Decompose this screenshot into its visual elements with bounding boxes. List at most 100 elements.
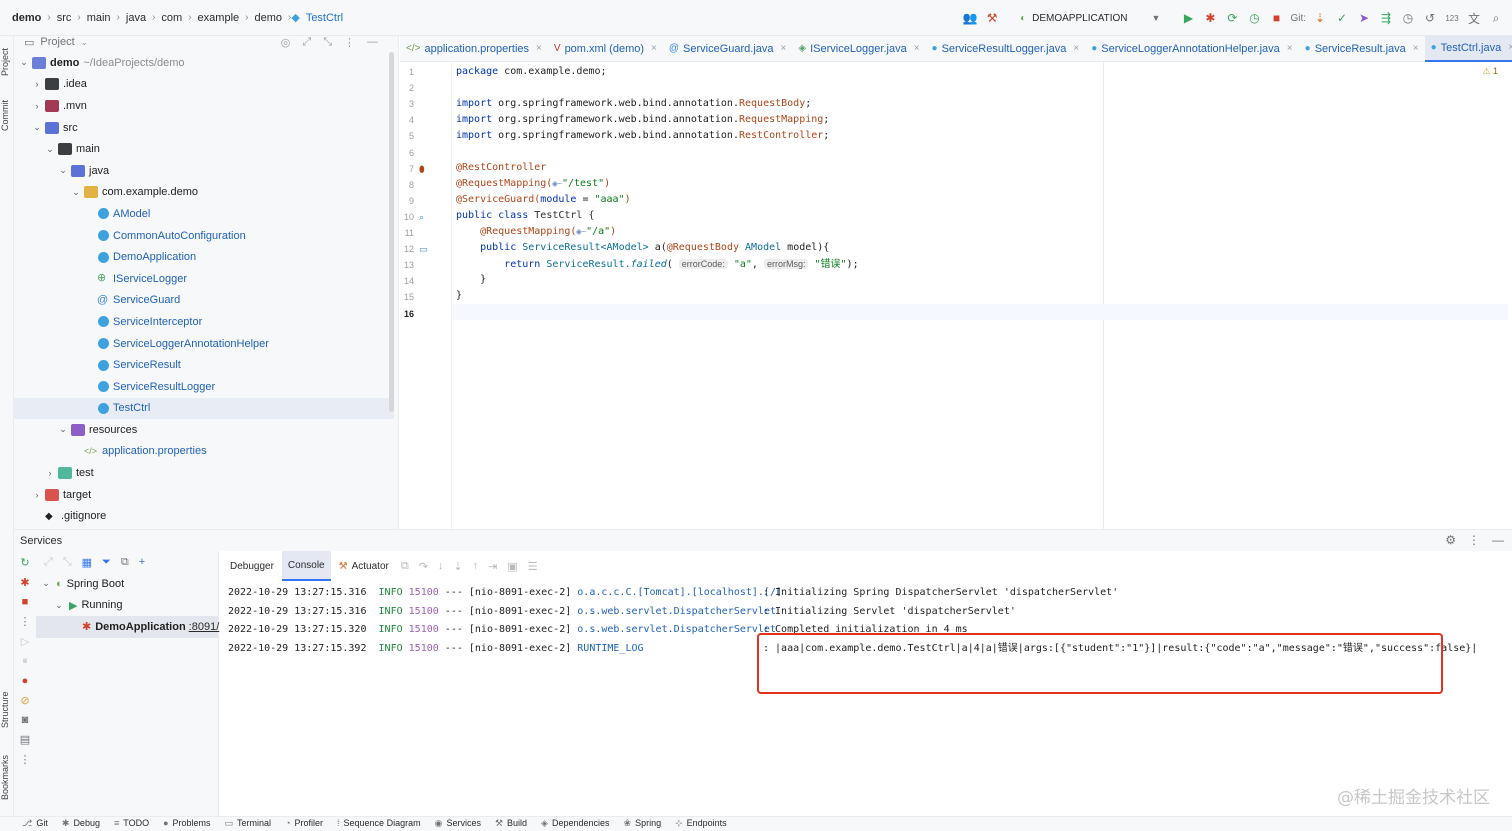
git-push-icon[interactable]: ➤	[1356, 10, 1372, 26]
tree-item[interactable]: ⌄ resources	[14, 419, 394, 441]
close-icon[interactable]: ×	[536, 43, 542, 54]
more-icon[interactable]: ⋮	[20, 753, 31, 766]
tool-window-button[interactable]: ⎇ Git	[22, 817, 48, 831]
services-node-demoapplication[interactable]: ✱ DemoApplication :8091/	[36, 616, 219, 638]
tree-item[interactable]: › .mvn	[14, 95, 394, 117]
breadcrumb-item[interactable]: java	[120, 12, 152, 24]
tree-item[interactable]: ServiceInterceptor	[14, 311, 394, 333]
close-icon[interactable]: ×	[651, 43, 657, 54]
tab-debugger[interactable]: Debugger	[224, 551, 280, 581]
find-usages-gutter-icon[interactable]: ⌕	[419, 209, 424, 225]
line-number[interactable]: 4	[400, 112, 414, 128]
history-icon[interactable]: ◷	[1400, 10, 1416, 26]
git-branch-icon[interactable]: ⇶	[1378, 10, 1394, 26]
more-icon[interactable]: ⋮	[344, 36, 355, 49]
tree-item[interactable]: ServiceResult	[14, 354, 394, 376]
tree-item[interactable]: TestCtrl	[14, 397, 394, 420]
run-icon[interactable]: ▶	[1180, 10, 1196, 26]
tree-item[interactable]: ServiceLoggerAnnotationHelper	[14, 333, 394, 355]
stop-icon[interactable]: ■	[22, 596, 29, 608]
line-number[interactable]: 8	[400, 177, 414, 193]
tree-item[interactable]: ⌄ demo ~/IdeaProjects/demo	[14, 52, 394, 74]
line-number[interactable]: 12	[400, 241, 414, 257]
force-step-into-icon[interactable]: ⇣	[453, 560, 462, 573]
services-node-spring-boot[interactable]: ⌄ ◐ Spring Boot	[36, 573, 218, 595]
chevron-right-icon[interactable]: ›	[31, 101, 43, 111]
git-commit-icon[interactable]: ✓	[1334, 10, 1350, 26]
request-mapping-gutter-icon[interactable]: ▭	[419, 241, 428, 257]
collapse-all-icon[interactable]: ⤡	[63, 556, 72, 569]
tool-window-button[interactable]: ● Problems	[163, 817, 210, 831]
evaluate-icon[interactable]: ▣	[507, 560, 517, 573]
search-icon[interactable]: ⌕	[1488, 10, 1504, 26]
debug-icon[interactable]: ✱	[20, 576, 29, 589]
tree-item[interactable]: ⊕ IServiceLogger	[14, 268, 394, 290]
breakpoints-icon[interactable]: ●	[22, 675, 29, 687]
console-output[interactable]: 2022-10-29 13:27:15.316 INFO 15100 --- […	[220, 581, 1512, 816]
tree-item[interactable]: ◆ .gitignore	[14, 505, 394, 527]
warning-indicator[interactable]: ⚠ 1	[1482, 66, 1498, 77]
editor-tab[interactable]: ● ServiceLoggerAnnotationHelper.java ×	[1085, 36, 1298, 62]
project-panel-header[interactable]: ▭ Project ⌄	[24, 36, 88, 49]
filter-icon[interactable]: ⏷	[102, 556, 111, 569]
chevron-down-icon[interactable]: ⌄	[31, 122, 43, 133]
line-number[interactable]: 7	[400, 161, 414, 177]
close-icon[interactable]: ×	[1413, 43, 1419, 54]
run-to-cursor-icon[interactable]: ⇥	[488, 560, 497, 573]
editor-tab[interactable]: ● ServiceResult.java ×	[1299, 36, 1425, 62]
code-with-me-icon[interactable]: 123	[1444, 10, 1460, 26]
mute-breakpoints-icon[interactable]: ⊘	[20, 694, 29, 707]
line-number[interactable]: 5	[400, 128, 414, 144]
tree-item[interactable]: ServiceResultLogger	[14, 376, 394, 398]
line-number[interactable]: 2	[400, 80, 414, 96]
log-logger-name[interactable]: o.s.web.servlet.DispatcherServlet	[577, 606, 776, 617]
resume-icon[interactable]: ▷	[21, 635, 29, 648]
line-number[interactable]: 9	[400, 193, 414, 209]
tool-window-button[interactable]: ✱ Debug	[62, 817, 100, 831]
hide-icon[interactable]: —	[1492, 533, 1504, 547]
tree-item[interactable]: AModel	[14, 203, 394, 225]
line-number[interactable]: 3	[400, 96, 414, 112]
user-icon[interactable]: 👥	[962, 10, 978, 26]
run-configuration-select[interactable]: ◐ DEMOAPPLICATION ▼	[1012, 7, 1168, 29]
line-number[interactable]: 14	[400, 273, 414, 289]
layout-icon[interactable]: ▤	[20, 733, 30, 746]
line-number[interactable]: 6	[400, 145, 414, 161]
expand-all-icon[interactable]: ⤢	[302, 36, 311, 49]
tool-window-button[interactable]: ≡ TODO	[114, 817, 149, 831]
camera-icon[interactable]: ◙	[22, 714, 29, 726]
stop-icon[interactable]: ■	[1268, 10, 1284, 26]
line-number[interactable]: 10	[400, 209, 414, 225]
refresh-icon[interactable]: ↻	[20, 556, 29, 569]
chevron-down-icon[interactable]: ⌄	[18, 57, 30, 68]
more-icon[interactable]: ⋮	[20, 615, 31, 628]
breadcrumb-item[interactable]: example	[192, 12, 246, 24]
collapse-all-icon[interactable]: ⤡	[323, 36, 332, 49]
group-icon[interactable]: ▦	[82, 556, 92, 569]
chevron-down-icon[interactable]: ⌄	[57, 424, 69, 435]
pause-icon[interactable]: ⏸	[22, 655, 28, 668]
editor-tab[interactable]: Vpom.xml (demo) ×	[548, 36, 663, 62]
breadcrumb-item[interactable]: com	[155, 12, 188, 24]
breadcrumb-item[interactable]: src	[51, 12, 78, 24]
chevron-right-icon[interactable]: ›	[31, 490, 43, 500]
debug-icon[interactable]: ✱	[1202, 10, 1218, 26]
step-into-icon[interactable]: ↓	[438, 560, 444, 572]
chevron-right-icon[interactable]: ›	[44, 468, 56, 478]
tool-window-button[interactable]: ⊹ Endpoints	[675, 817, 727, 831]
locate-icon[interactable]: ◎	[281, 36, 291, 49]
rollback-icon[interactable]: ↺	[1422, 10, 1438, 26]
tree-item[interactable]: </> application.properties	[14, 441, 394, 463]
line-number[interactable]: 11	[400, 225, 414, 241]
editor-tab[interactable]: @ ServiceGuard.java ×	[663, 36, 793, 62]
breadcrumb-item[interactable]: demo	[248, 12, 288, 24]
tree-item[interactable]: ⌄ src	[14, 117, 394, 139]
close-icon[interactable]: ×	[781, 43, 787, 54]
close-icon[interactable]: ×	[914, 43, 920, 54]
tab-actuator[interactable]: ⚒ Actuator	[333, 551, 395, 581]
log-logger-name[interactable]: o.a.c.c.C.[Tomcat].[localhost].[/]	[577, 587, 782, 598]
tab-console[interactable]: Console	[281, 551, 331, 581]
breadcrumb-item[interactable]: main	[81, 12, 117, 24]
breadcrumb-item[interactable]: demo	[6, 12, 47, 24]
chevron-down-icon[interactable]: ⌄	[70, 187, 82, 198]
